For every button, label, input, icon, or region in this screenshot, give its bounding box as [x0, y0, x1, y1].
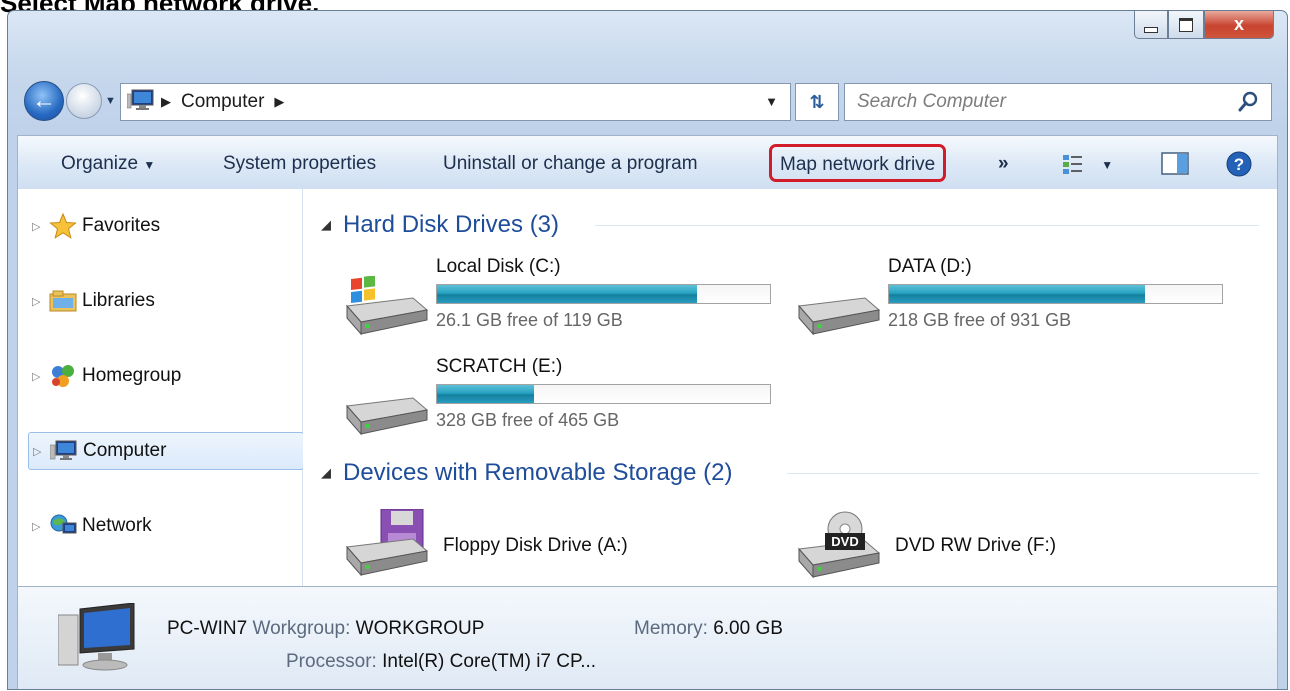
close-icon: x: [1233, 14, 1244, 34]
usage-bar-fill: [437, 385, 534, 403]
usage-bar-fill: [437, 285, 697, 303]
processor-info: Processor: Intel(R) Core(TM) i7 CP...: [286, 651, 596, 673]
refresh-icon: ⇅: [809, 91, 825, 112]
windows-drive-icon: [341, 275, 431, 343]
back-button[interactable]: ←: [24, 81, 64, 121]
search-icon[interactable]: [1237, 91, 1259, 118]
computer-icon: [126, 88, 157, 117]
device-item-dvd[interactable]: DVD DVD RW Drive (F:): [793, 511, 1056, 581]
expand-arrow-icon[interactable]: ▷: [33, 445, 49, 458]
star-icon: [48, 213, 78, 239]
chevron-down-icon: ▼: [143, 158, 156, 172]
help-icon: ?: [1226, 151, 1252, 177]
preview-pane-icon: [1161, 152, 1189, 175]
search-input[interactable]: [855, 84, 1229, 120]
preview-pane-button[interactable]: [1161, 136, 1189, 190]
expand-arrow-icon[interactable]: ▷: [32, 295, 48, 308]
map-network-drive-button[interactable]: Map network drive: [769, 144, 947, 182]
processor-value: Intel(R) Core(TM) i7 CP...: [382, 651, 597, 672]
network-icon: [48, 513, 78, 539]
computer-icon: [49, 438, 79, 464]
workgroup-label: Workgroup:: [252, 618, 351, 639]
explorer-window: x ← ▼ ▶ Computer ▶ ▼ ⇅ Search Computer O…: [7, 10, 1288, 690]
view-icon: [1063, 154, 1082, 174]
organize-button[interactable]: Organize ▼: [61, 136, 155, 190]
recent-pages-dropdown[interactable]: ▼: [105, 95, 116, 107]
nav-item-favorites[interactable]: ▷ Favorites: [28, 207, 304, 245]
dvd-badge: DVD: [831, 534, 859, 549]
refresh-button[interactable]: ⇅: [795, 83, 839, 121]
drive-item-c[interactable]: Local Disk (C:) 26.1 GB free of 119 GB: [341, 256, 781, 346]
details-pane: PC-WIN7 Workgroup: WORKGROUP Memory: 6.0…: [17, 586, 1278, 689]
breadcrumb-computer[interactable]: Computer: [181, 91, 264, 113]
group-divider: [595, 225, 1259, 226]
dvd-drive-icon: DVD: [793, 511, 883, 581]
usage-bar-fill: [889, 285, 1146, 303]
group-divider: [787, 473, 1259, 474]
uninstall-program-button[interactable]: Uninstall or change a program: [443, 136, 698, 190]
memory-value: 6.00 GB: [713, 618, 783, 639]
address-dropdown-icon[interactable]: ▼: [765, 94, 778, 109]
address-bar[interactable]: ▶ Computer ▶ ▼: [120, 83, 791, 121]
minimize-button[interactable]: [1134, 11, 1168, 39]
nav-item-homegroup[interactable]: ▷ Homegroup: [28, 357, 304, 395]
content-pane: ◢ Hard Disk Drives (3) Local Disk (C:) 2…: [303, 189, 1278, 586]
nav-item-libraries[interactable]: ▷ Libraries: [28, 282, 304, 320]
expand-arrow-icon[interactable]: ▷: [32, 220, 48, 233]
libraries-icon: [48, 288, 78, 314]
nav-item-network[interactable]: ▷ Network: [28, 507, 304, 545]
expand-arrow-icon[interactable]: ▷: [32, 370, 48, 383]
floppy-drive-icon: [341, 508, 431, 584]
chevron-down-icon: ▼: [1101, 158, 1114, 172]
group-header-removable-storage[interactable]: ◢ Devices with Removable Storage (2): [321, 457, 733, 489]
hard-drive-icon: [793, 276, 883, 343]
more-commands-button[interactable]: »: [998, 136, 1009, 190]
window-controls: x: [1134, 11, 1274, 45]
usage-bar: [888, 284, 1223, 304]
details-row-1: PC-WIN7 Workgroup: WORKGROUP: [167, 618, 484, 640]
usage-bar: [436, 384, 771, 404]
memory-label: Memory:: [634, 618, 708, 639]
processor-label: Processor:: [286, 651, 377, 672]
maximize-button[interactable]: [1168, 11, 1204, 39]
memory-info: Memory: 6.00 GB: [634, 618, 783, 640]
hard-drive-icon: [341, 376, 431, 443]
computer-icon: [57, 602, 140, 680]
drive-item-d[interactable]: DATA (D:) 218 GB free of 931 GB: [793, 256, 1233, 346]
view-options-button[interactable]: ▼: [1062, 136, 1113, 190]
maximize-icon: [1179, 17, 1193, 32]
back-arrow-icon: ←: [32, 87, 56, 114]
device-item-floppy[interactable]: Floppy Disk Drive (A:): [341, 508, 628, 584]
address-row: ← ▼ ▶ Computer ▶ ▼ ⇅: [8, 75, 1287, 131]
svg-text:?: ?: [1234, 155, 1244, 174]
nav-item-computer[interactable]: ▷ Computer: [28, 432, 304, 470]
breadcrumb-separator-icon[interactable]: ▶: [161, 94, 171, 110]
breadcrumb-separator-icon[interactable]: ▶: [274, 94, 284, 110]
group-header-hard-disk-drives[interactable]: ◢ Hard Disk Drives (3): [321, 209, 559, 241]
homegroup-icon: [48, 363, 78, 389]
system-properties-button[interactable]: System properties: [223, 136, 376, 190]
forward-button[interactable]: [66, 83, 102, 119]
expand-arrow-icon[interactable]: ▷: [32, 520, 48, 533]
drive-item-e[interactable]: SCRATCH (E:) 328 GB free of 465 GB: [341, 356, 781, 446]
collapse-arrow-icon[interactable]: ◢: [321, 465, 331, 481]
close-button[interactable]: x: [1204, 11, 1274, 39]
collapse-arrow-icon[interactable]: ◢: [321, 217, 331, 233]
help-button[interactable]: ?: [1226, 136, 1252, 190]
search-box[interactable]: [844, 83, 1272, 121]
minimize-icon: [1144, 26, 1158, 33]
usage-bar: [436, 284, 771, 304]
pc-name: PC-WIN7: [167, 618, 248, 639]
workgroup-value: WORKGROUP: [355, 618, 485, 639]
command-bar: Organize ▼ System properties Uninstall o…: [17, 135, 1278, 189]
navigation-pane: ▷ Favorites ▷ Libraries ▷ Homegroup ▷ Co…: [17, 189, 304, 586]
